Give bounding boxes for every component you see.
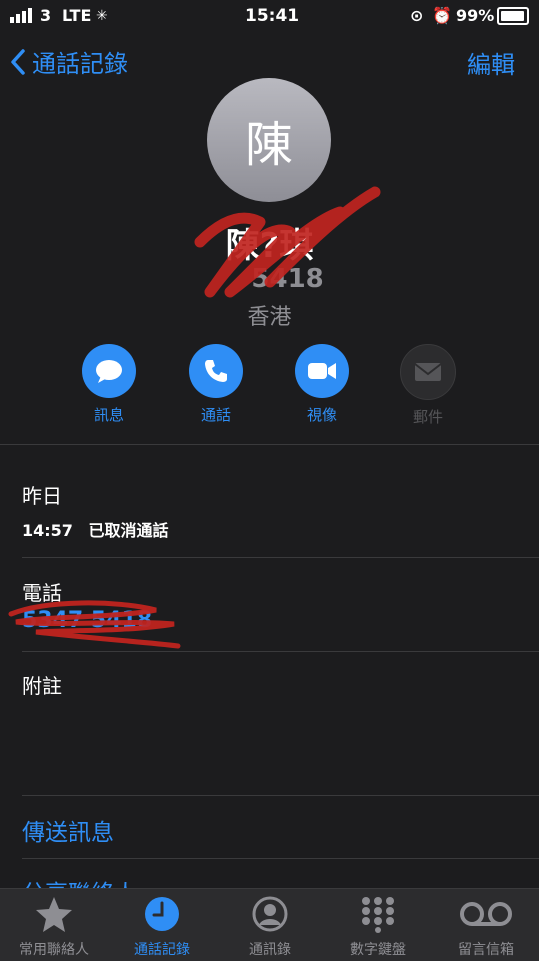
mail-action: 郵件: [388, 344, 468, 427]
person-icon: [252, 896, 288, 932]
tab-voicemail[interactable]: 留言信箱: [432, 895, 539, 959]
call-action[interactable]: 通話: [176, 344, 256, 425]
status-bar: 3 LTE ✳ 15:41 ⊙ ⏰ 99%: [0, 0, 539, 30]
network: LTE: [62, 6, 92, 25]
video-action-label: 視像: [306, 406, 337, 424]
orientation-lock-icon: ⊙: [410, 6, 424, 25]
battery-percent: 99%: [456, 6, 495, 25]
redaction-scribble: [8, 600, 181, 649]
message-action[interactable]: 訊息: [69, 344, 149, 425]
send-message-link[interactable]: 傳送訊息: [22, 813, 114, 847]
voicemail-icon: [460, 902, 512, 926]
signal-icon: [10, 8, 32, 23]
divider: [22, 795, 539, 796]
recents-event: 已取消通話: [88, 521, 169, 540]
video-icon: [295, 344, 349, 398]
chevron-left-icon: [11, 48, 25, 75]
tab-voicemail-label: 留言信箱: [458, 942, 514, 958]
phone-icon: [189, 344, 243, 398]
carrier: 3: [40, 6, 52, 25]
clock-icon: [145, 897, 179, 931]
tab-contacts[interactable]: 通訊錄: [216, 895, 324, 959]
tab-keypad[interactable]: 數字鍵盤: [324, 895, 432, 959]
star-icon: [36, 897, 72, 932]
mail-action-label: 郵件: [412, 408, 443, 426]
tab-recents-label: 通話記錄: [134, 942, 190, 958]
call-action-label: 通話: [200, 406, 231, 424]
divider: [22, 858, 539, 859]
tab-favorites-label: 常用聯絡人: [19, 942, 89, 958]
tab-contacts-label: 通訊錄: [249, 942, 291, 958]
loading-icon: ✳: [96, 8, 108, 24]
divider: [22, 557, 539, 558]
divider: [22, 651, 539, 652]
tab-favorites[interactable]: 常用聯絡人: [0, 895, 108, 959]
contact-region: 香港: [247, 305, 292, 330]
battery-icon: [497, 7, 529, 25]
back-label: 通話記錄: [32, 50, 128, 78]
back-button[interactable]: 通話記錄: [10, 44, 128, 79]
recents-day: 昨日: [22, 484, 62, 508]
message-icon: [82, 344, 136, 398]
edit-button[interactable]: 編輯: [467, 45, 515, 80]
tab-keypad-label: 數字鍵盤: [350, 942, 406, 958]
message-action-label: 訊息: [93, 406, 124, 424]
alarm-icon: ⏰: [432, 6, 452, 25]
tab-recents[interactable]: 通話記錄: [108, 895, 216, 959]
video-action[interactable]: 視像: [282, 344, 362, 425]
tab-bar: 常用聯絡人 通話記錄 通訊錄 數字鍵盤 留言信箱: [0, 888, 539, 961]
mail-icon: [400, 344, 456, 400]
recents-entry: 14:57 已取消通話: [22, 517, 169, 541]
notes-label[interactable]: 附註: [22, 670, 62, 699]
divider: [0, 444, 539, 445]
recents-time: 14:57: [22, 521, 73, 540]
keypad-icon: [362, 897, 394, 933]
clock-time: 15:41: [245, 6, 300, 26]
redaction-scribble: [194, 186, 381, 298]
